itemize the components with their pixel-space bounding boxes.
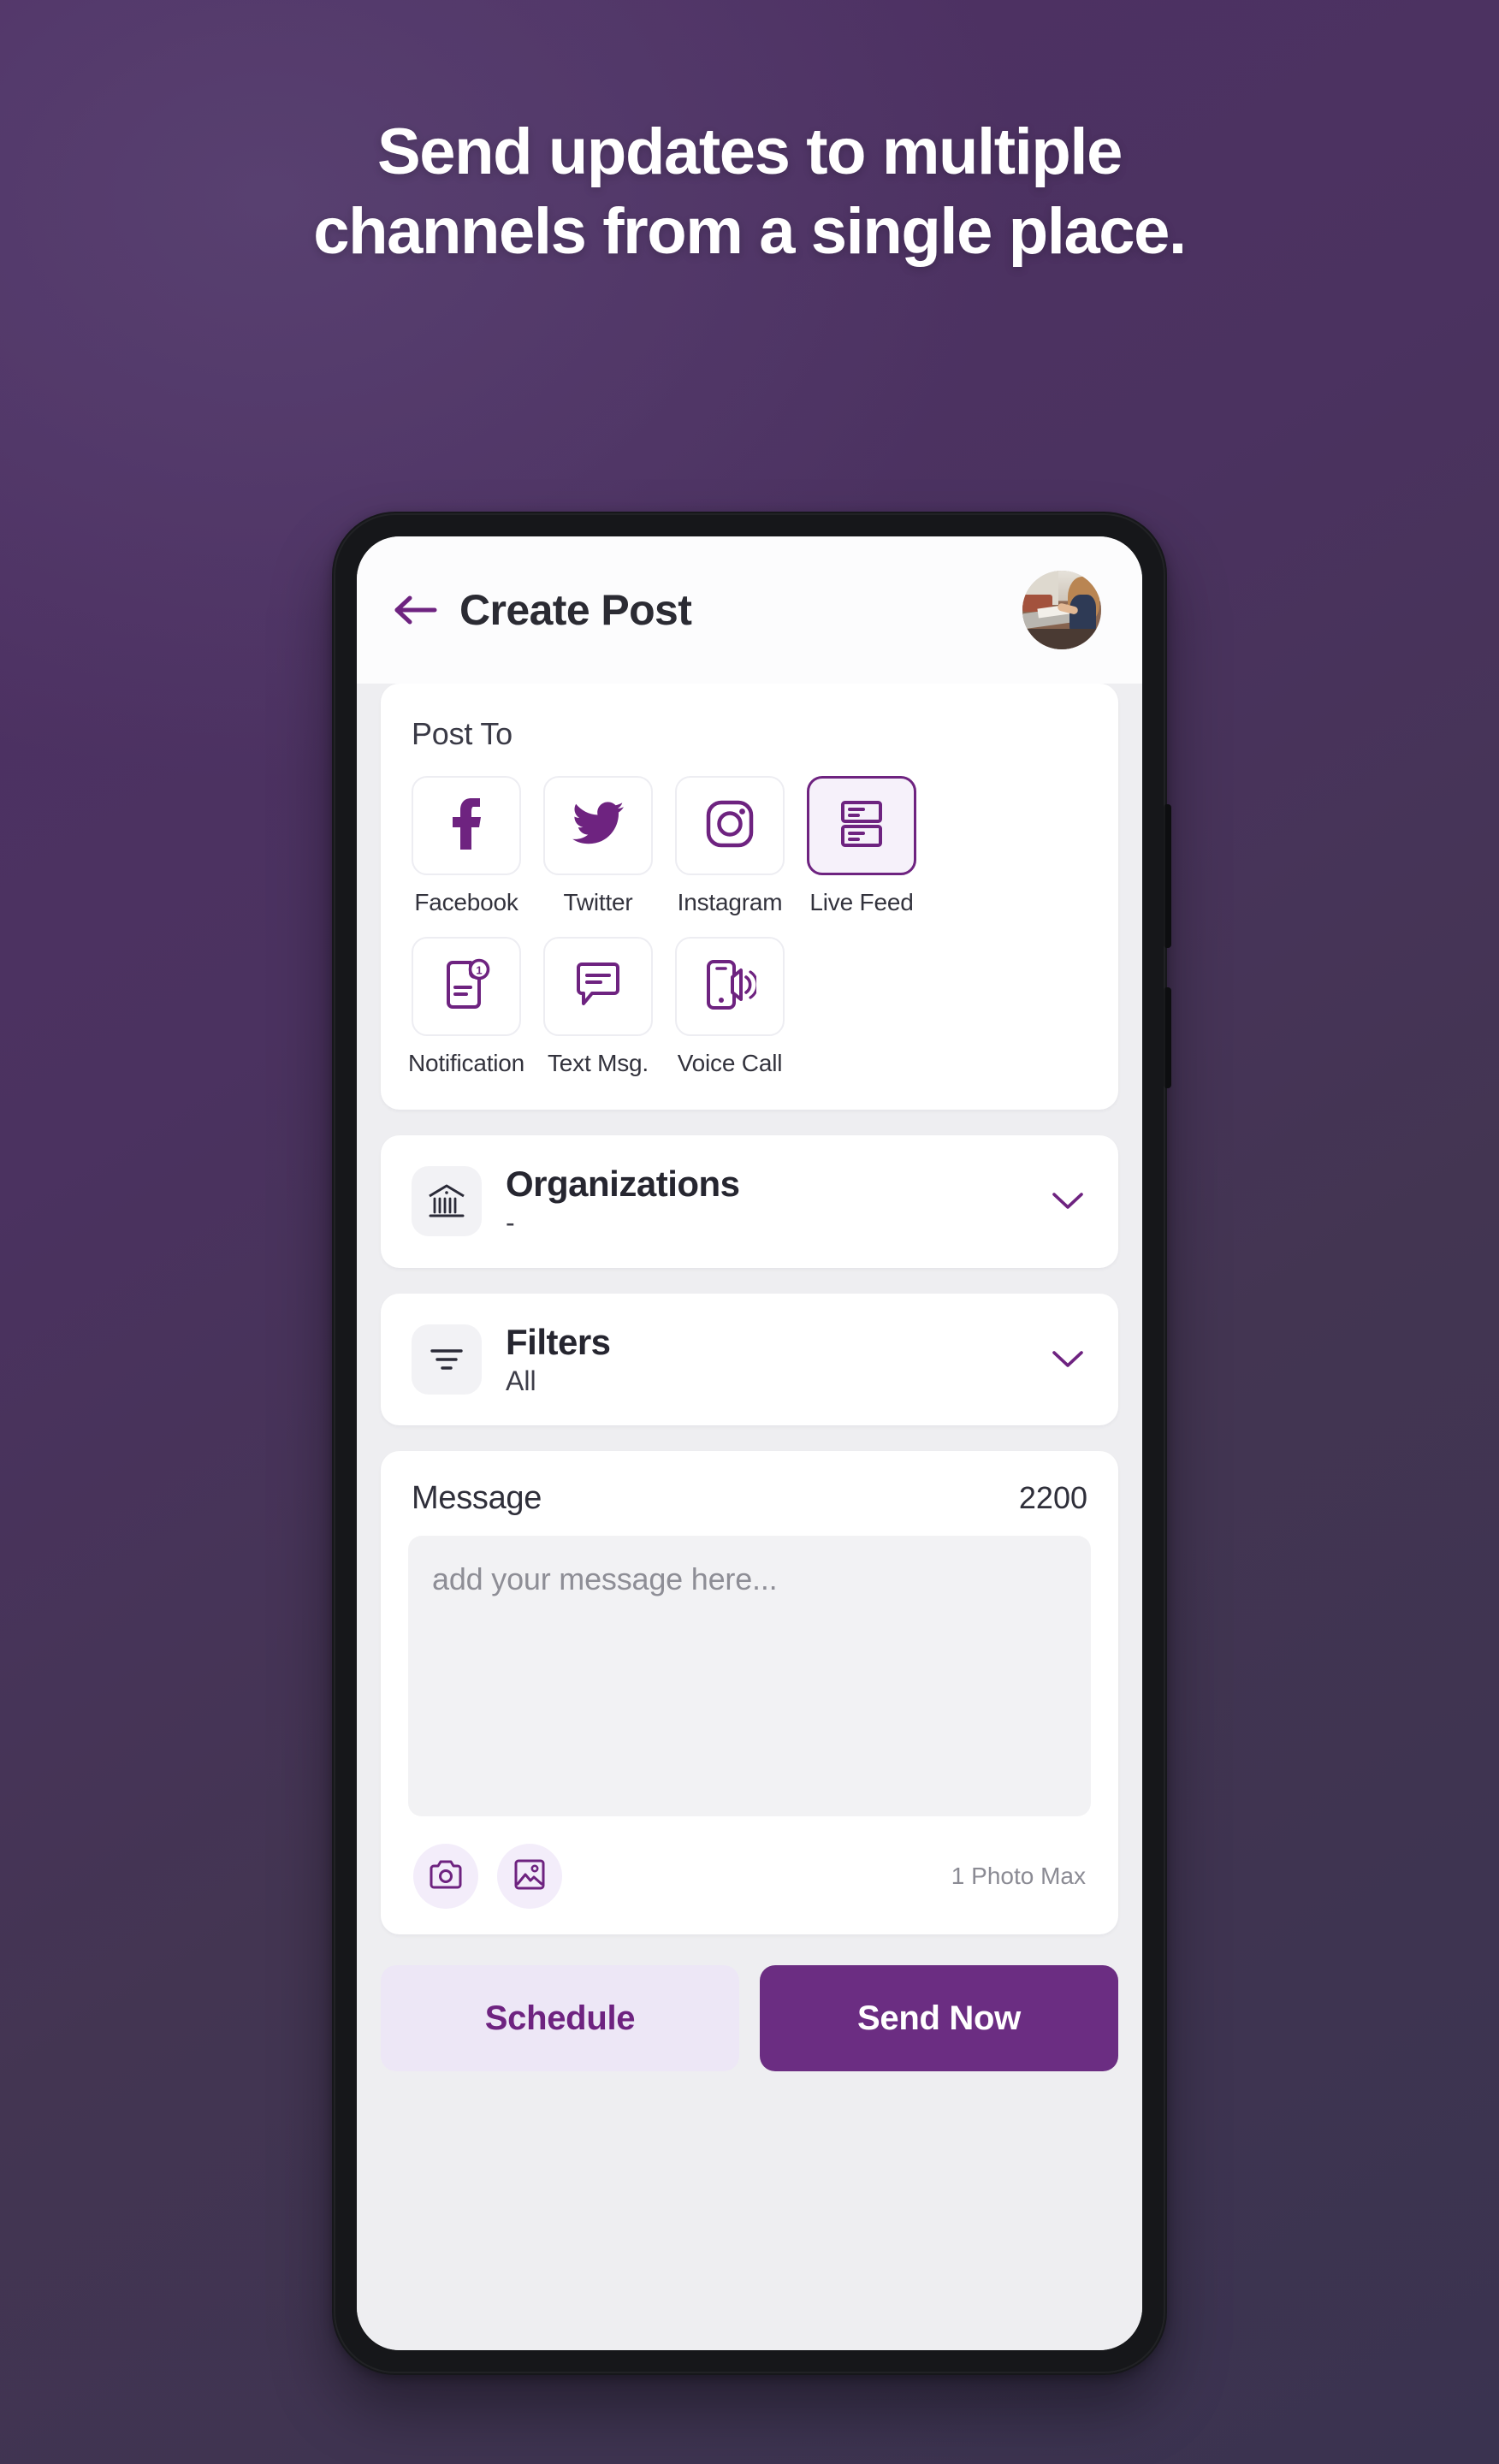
notification-icon: 1 bbox=[441, 958, 491, 1016]
photo-limit-label: 1 Photo Max bbox=[951, 1863, 1086, 1890]
message-card: Message 2200 add your message here... 1 … bbox=[381, 1451, 1118, 1935]
promo-headline: Send updates to multiple channels from a… bbox=[0, 113, 1499, 271]
svg-text:1: 1 bbox=[476, 963, 482, 976]
organizations-row[interactable]: Organizations - bbox=[381, 1135, 1118, 1268]
instagram-icon bbox=[705, 799, 755, 853]
send-now-button[interactable]: Send Now bbox=[760, 1965, 1118, 2072]
channel-tile-box bbox=[412, 776, 521, 875]
avatar[interactable] bbox=[1022, 571, 1101, 649]
filters-value: All bbox=[506, 1365, 536, 1396]
channel-label: Facebook bbox=[414, 889, 518, 915]
voice-call-icon bbox=[703, 958, 759, 1016]
message-label: Message bbox=[412, 1480, 542, 1517]
camera-button[interactable] bbox=[413, 1844, 478, 1910]
channel-row-1: Facebook Twitter Instagram Live Feed bbox=[412, 776, 1087, 916]
channel-tile-box: 1 bbox=[412, 937, 521, 1036]
channel-row-2: 1 Notification Text Msg. Voice Call bbox=[408, 937, 1087, 1077]
text-message-icon bbox=[573, 961, 623, 1013]
filters-texts: Filters All bbox=[506, 1321, 1048, 1397]
post-to-label: Post To bbox=[412, 716, 513, 751]
channel-tile-box bbox=[807, 776, 916, 875]
organizations-texts: Organizations - bbox=[506, 1164, 1048, 1239]
channel-label: Live Feed bbox=[809, 889, 914, 915]
character-counter: 2200 bbox=[1018, 1480, 1087, 1516]
channel-tile-notification[interactable]: 1 Notification bbox=[408, 937, 524, 1077]
bank-icon bbox=[412, 1166, 482, 1237]
phone-power-button[interactable] bbox=[1164, 804, 1171, 948]
channel-tile-text-msg[interactable]: Text Msg. bbox=[543, 937, 653, 1077]
channel-tile-box bbox=[543, 937, 653, 1036]
filters-row[interactable]: Filters All bbox=[381, 1293, 1118, 1426]
organizations-title: Organizations bbox=[506, 1164, 740, 1204]
facebook-icon bbox=[447, 797, 485, 854]
channel-tile-box bbox=[675, 937, 785, 1036]
app-scroll-body: Post To Facebook Twitter Instagram Live … bbox=[357, 684, 1142, 2350]
headline-line-1: Send updates to multiple bbox=[376, 116, 1123, 188]
message-placeholder: add your message here... bbox=[432, 1561, 778, 1597]
arrow-left-icon[interactable] bbox=[393, 586, 441, 634]
message-input[interactable]: add your message here... bbox=[408, 1536, 1091, 1817]
channel-label: Twitter bbox=[563, 889, 633, 915]
phone-mockup: Create Post Post To Facebook Twitter Ins… bbox=[332, 512, 1171, 2375]
post-to-card: Post To Facebook Twitter Instagram Live … bbox=[381, 684, 1118, 1110]
channel-tile-voice-call[interactable]: Voice Call bbox=[675, 937, 785, 1077]
organizations-value: - bbox=[506, 1207, 515, 1239]
camera-icon bbox=[429, 1859, 463, 1894]
message-toolbar: 1 Photo Max bbox=[408, 1816, 1091, 1910]
filter-icon bbox=[412, 1324, 482, 1395]
channel-tile-box bbox=[675, 776, 785, 875]
app-header: Create Post bbox=[357, 536, 1142, 684]
twitter-icon bbox=[572, 801, 624, 850]
filters-title: Filters bbox=[506, 1321, 611, 1362]
channel-label: Notification bbox=[407, 1050, 525, 1076]
phone-volume-button[interactable] bbox=[1164, 987, 1171, 1088]
channel-label: Voice Call bbox=[677, 1050, 783, 1076]
phone-screen: Create Post Post To Facebook Twitter Ins… bbox=[357, 536, 1142, 2350]
chevron-down-icon[interactable] bbox=[1048, 1340, 1087, 1379]
channel-label: Instagram bbox=[677, 889, 783, 915]
channel-tile-facebook[interactable]: Facebook bbox=[412, 776, 521, 916]
page-title: Create Post bbox=[459, 586, 692, 634]
channel-tile-instagram[interactable]: Instagram bbox=[675, 776, 785, 916]
message-header: Message 2200 bbox=[408, 1480, 1091, 1536]
action-bar: Schedule Send Now bbox=[381, 1960, 1118, 2072]
chevron-down-icon[interactable] bbox=[1048, 1182, 1087, 1221]
live-feed-icon bbox=[839, 799, 884, 853]
channel-label: Text Msg. bbox=[547, 1050, 649, 1076]
headline-line-2: channels from a single place. bbox=[313, 194, 1187, 268]
schedule-button[interactable]: Schedule bbox=[381, 1965, 739, 2072]
gallery-button[interactable] bbox=[497, 1844, 562, 1910]
channel-tile-twitter[interactable]: Twitter bbox=[543, 776, 653, 916]
channel-tile-box bbox=[543, 776, 653, 875]
image-icon bbox=[513, 1858, 546, 1895]
channel-tile-live-feed[interactable]: Live Feed bbox=[807, 776, 916, 916]
